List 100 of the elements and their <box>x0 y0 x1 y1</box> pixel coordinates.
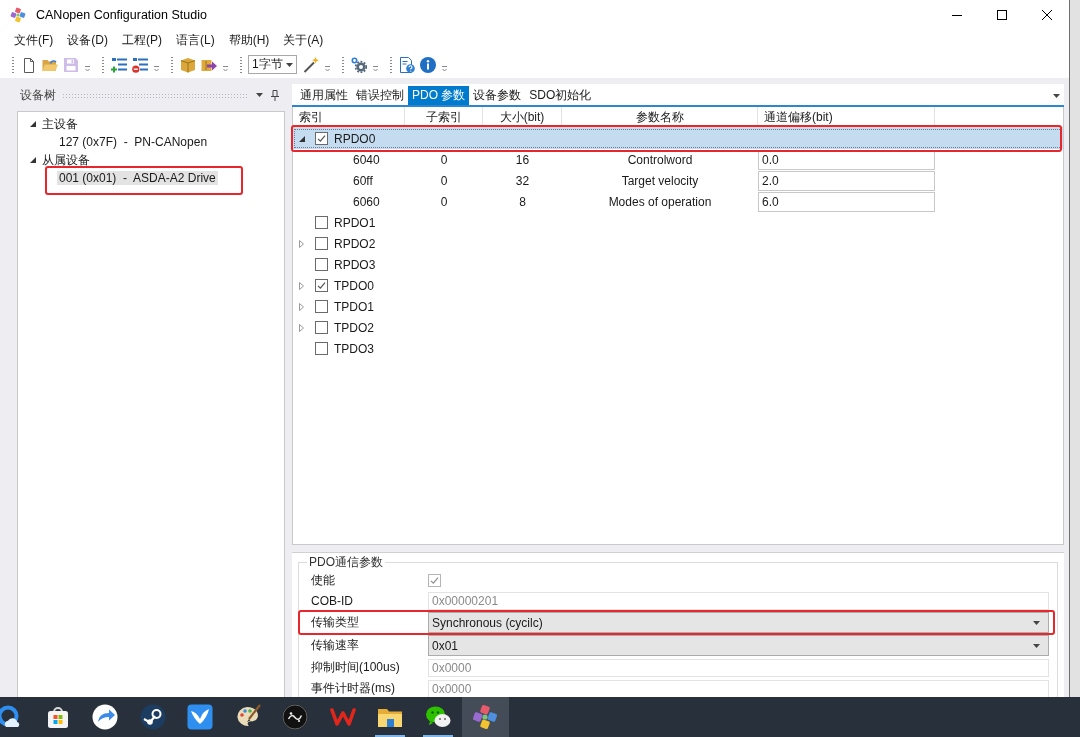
tab[interactable]: 通用属性 <box>296 86 352 105</box>
menu-item[interactable]: 设备(D) <box>60 30 115 51</box>
field-label: 传输类型 <box>311 614 360 631</box>
tree-item[interactable]: 主设备 <box>40 115 80 133</box>
round-logo-icon[interactable] <box>282 704 309 730</box>
bird-icon[interactable] <box>187 704 214 730</box>
table-cell-text: 16 <box>514 152 531 167</box>
pdo-name: RPDO3 <box>334 257 376 272</box>
pin-icon[interactable] <box>271 89 279 101</box>
overflow-icon[interactable] <box>441 63 448 73</box>
pdo-name: TPDO2 <box>334 320 374 335</box>
dropdown[interactable]: 1字节 <box>248 55 297 74</box>
table-cell-text: 6040 <box>352 152 381 167</box>
checkbox[interactable] <box>315 132 328 145</box>
collapsed-arrow-icon[interactable] <box>299 239 304 248</box>
field-label: 传输速率 <box>311 637 360 654</box>
menu-item[interactable]: 帮助(H) <box>221 30 277 51</box>
group-title: PDO通信参数 <box>308 556 384 568</box>
collapsed-arrow-icon[interactable] <box>299 281 304 290</box>
list-add-icon[interactable] <box>110 56 127 73</box>
collapsed-arrow-icon[interactable] <box>299 323 304 332</box>
table-row[interactable]: RPDO2 <box>293 233 1063 254</box>
checkbox[interactable] <box>315 321 328 334</box>
pdo-name: RPDO2 <box>334 236 376 251</box>
ring-cloud-icon[interactable] <box>0 704 21 730</box>
table-cell-text: 0 <box>439 194 449 209</box>
expanded-arrow-icon[interactable] <box>299 135 305 142</box>
info-icon[interactable] <box>419 56 436 73</box>
column-header: 参数名称 <box>562 107 758 127</box>
offset-field[interactable]: 2.0 <box>758 170 935 191</box>
checkbox[interactable] <box>315 279 328 292</box>
table-cell-text: Modes of operation <box>607 194 713 209</box>
tab[interactable]: 设备参数 <box>469 86 526 105</box>
offset-field[interactable]: 0.0 <box>758 149 935 170</box>
dropdown[interactable]: Synchronous (cycilc) <box>428 612 1049 633</box>
pdo-name: TPDO0 <box>334 278 374 293</box>
menu-item[interactable]: 语言(L) <box>169 30 222 51</box>
chat-bubbles-icon <box>424 704 451 730</box>
maximize-icon[interactable] <box>996 10 1007 20</box>
tab[interactable]: SDO初始化 <box>525 86 596 105</box>
collapsed-arrow-icon[interactable] <box>299 302 304 311</box>
table-row[interactable]: TPDO3 <box>293 338 1063 359</box>
dropdown-arrow-icon[interactable] <box>1053 93 1060 98</box>
checkbox[interactable] <box>315 216 328 229</box>
field-label: COB-ID <box>311 593 354 608</box>
piston-icon[interactable] <box>139 704 166 730</box>
caret-icon <box>286 62 293 67</box>
tab[interactable]: 错误控制 <box>352 86 408 105</box>
column-header: 子索引 <box>405 107 483 127</box>
table-cell-text: Target velocity <box>620 173 700 188</box>
table-row[interactable]: RPDO1 <box>293 212 1063 233</box>
table-row[interactable]: RPDO3 <box>293 254 1063 275</box>
table-cell-text: 6060 <box>352 194 381 209</box>
dropdown[interactable]: 0x01 <box>428 635 1049 656</box>
tree-item[interactable]: 001 (0x01) - ASDA-A2 Drive <box>57 171 218 185</box>
overflow-icon[interactable] <box>222 63 229 73</box>
offset-field[interactable]: 6.0 <box>758 191 935 212</box>
arrow-circle-icon[interactable] <box>92 704 119 730</box>
caret-icon <box>1033 643 1040 648</box>
expanded-arrow-icon[interactable] <box>30 121 36 127</box>
caret-icon <box>1033 620 1040 625</box>
help-document-icon[interactable] <box>398 56 415 73</box>
table-row[interactable]: RPDO0 <box>293 128 1063 149</box>
field-label: 使能 <box>311 571 336 589</box>
tab[interactable]: PDO 参数 <box>408 86 470 105</box>
checkbox[interactable] <box>315 258 328 271</box>
menu-item[interactable]: 文件(F) <box>7 30 61 51</box>
table-cell-text: 0 <box>439 173 449 188</box>
taskbar-button[interactable] <box>461 697 509 737</box>
field-label: 事件计时器(ms) <box>311 680 396 697</box>
table-row[interactable]: TPDO2 <box>293 317 1063 338</box>
table-row[interactable]: TPDO0 <box>293 275 1063 296</box>
window-title: CANopen Configuration Studio <box>36 8 207 22</box>
overflow-icon[interactable] <box>372 63 379 73</box>
magic-wand-icon[interactable] <box>302 56 319 73</box>
list-remove-icon[interactable] <box>131 56 148 73</box>
expanded-arrow-icon[interactable] <box>30 157 36 163</box>
overflow-icon[interactable] <box>324 63 331 73</box>
panel-title: 设备树 <box>20 86 56 104</box>
checkbox[interactable] <box>315 342 328 355</box>
box-icon[interactable] <box>179 56 196 73</box>
menu-item[interactable]: 关于(A) <box>276 30 331 51</box>
column-header: 大小(bit) <box>483 107 562 127</box>
checkbox[interactable] <box>315 300 328 313</box>
pdo-name: TPDO1 <box>334 299 374 314</box>
table-row[interactable]: TPDO1 <box>293 296 1063 317</box>
tree-item[interactable]: 127 (0x7F) - PN-CANopen <box>57 135 210 149</box>
checkbox[interactable] <box>315 237 328 250</box>
close-icon[interactable] <box>1041 10 1052 20</box>
overflow-icon[interactable] <box>153 63 160 73</box>
menu-item[interactable]: 工程(P) <box>115 30 169 51</box>
pdo-name: RPDO1 <box>334 215 376 230</box>
tree-item[interactable]: 从属设备 <box>40 151 92 169</box>
overflow-icon[interactable] <box>84 63 91 73</box>
dropdown-arrow-icon[interactable] <box>256 93 263 97</box>
pdo-name: TPDO3 <box>334 341 374 356</box>
minimize-icon[interactable] <box>951 14 962 16</box>
field-label: 抑制时间(100us) <box>311 659 401 676</box>
column-header: 索引 <box>293 107 405 127</box>
gears-icon[interactable] <box>350 56 367 73</box>
